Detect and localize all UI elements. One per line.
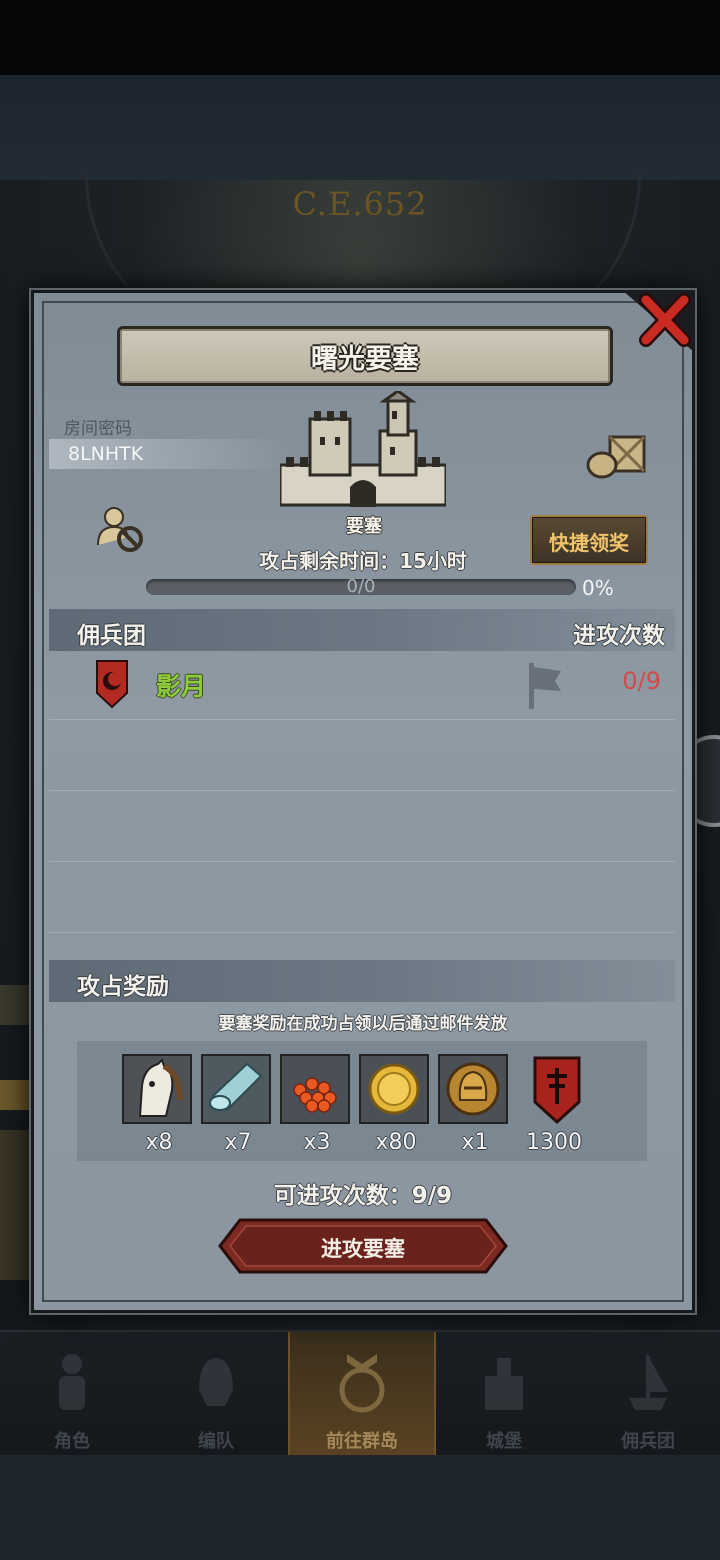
background-band [0,75,720,180]
horse-icon [124,1056,190,1122]
side-tab[interactable] [0,1130,30,1280]
crest-banner-icon [533,1056,581,1124]
nav-item-islands[interactable]: 前往群岛 [288,1332,436,1457]
gold-coin-icon [361,1056,427,1122]
helmet-medal-icon [440,1056,506,1122]
cloth-roll-icon [203,1056,269,1122]
nav-label: 角色 [54,1431,90,1452]
compass-icon [339,1354,385,1413]
nav-item-castle[interactable]: 城堡 [432,1332,576,1457]
empty-row [49,862,675,933]
side-tab[interactable] [0,1080,30,1110]
attacks-available: 可进攻次数：9/9 [273,1183,453,1209]
dialog-title: 曙光要塞 [311,344,419,375]
room-code: 8LNHTK [68,443,144,465]
nav-label: 前往群岛 [326,1431,398,1452]
reward-count: 1300 [526,1130,582,1155]
room-code-label: 房间密码 [64,419,132,439]
reward-panel: x8 x7 x3 x80 x1 1300 [77,1041,647,1161]
reward-note: 要塞奖励在成功占领以后通过邮件发放 [218,1014,508,1034]
nav-item-formation[interactable]: 编队 [144,1332,288,1457]
era-label: C.E.652 [292,185,428,223]
castle-nav-icon [485,1358,523,1410]
knight-icon [59,1354,85,1410]
nav-item-mercenary[interactable]: 佣兵团 [576,1332,720,1457]
progress-value: 0/0 [346,576,376,597]
bottom-nav: 角色 编队 前往群岛 城堡 佣兵团 [0,1330,720,1457]
attack-count-column-label: 进攻次数 [573,623,665,649]
nav-item-character[interactable]: 角色 [0,1332,144,1457]
ship-icon [629,1352,669,1410]
empty-row [49,720,675,791]
mercenary-row[interactable]: 影月 0/9 [49,653,675,720]
crate-sack-icon[interactable] [586,431,648,479]
red-gems-icon [282,1056,348,1122]
status-bar-area [0,0,720,75]
mercenary-attack-count: 0/9 [622,667,661,695]
fortress-dialog: 曙光要塞 房间密码 8LNHTK 要塞 快捷领奖 攻占剩余时间：15小时 0/0… [31,290,695,1313]
mercenary-name: 影月 [156,672,207,701]
nav-label: 编队 [198,1431,234,1452]
attack-button-label: 进攻要塞 [321,1237,405,1261]
flag-icon [529,663,561,709]
mercenary-column-label: 佣兵团 [77,623,146,649]
mercenary-crest-icon [96,660,128,709]
reward-section-header: 攻占奖励 [49,960,675,1002]
building-label: 要塞 [346,516,382,537]
reward-section-title: 攻占奖励 [77,974,169,1000]
mercenary-section-header: 佣兵团 进攻次数 [49,609,675,651]
title-banner: 曙光要塞 [117,326,613,386]
helmet-icon [199,1358,233,1406]
nav-label: 城堡 [486,1431,522,1452]
capture-progress-bar: 0/0 [146,576,576,597]
time-remaining: 攻占剩余时间：15小时 [259,549,467,573]
bottom-safe-area [0,1455,720,1560]
nav-label: 佣兵团 [621,1431,675,1452]
progress-percent: 0% [582,576,614,600]
side-tab[interactable] [0,985,30,1025]
close-icon[interactable] [622,290,694,352]
attack-fortress-button[interactable]: 进攻要塞 [218,1218,508,1274]
empty-row [49,791,675,862]
fortress-icon [280,391,446,507]
